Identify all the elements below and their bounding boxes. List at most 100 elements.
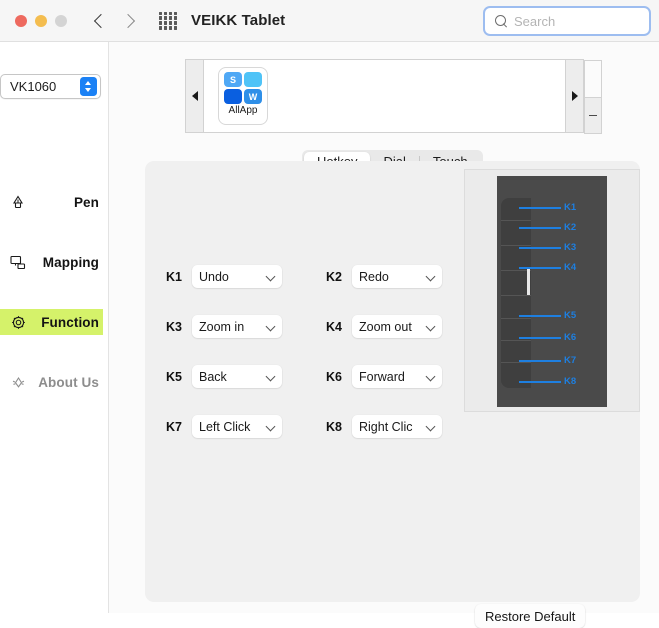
- hotkey-row-k8: K8 Right Clic: [326, 415, 442, 438]
- monitor-icon: [8, 255, 28, 270]
- pen-icon: [8, 194, 28, 210]
- device-select[interactable]: VK1060: [0, 74, 101, 99]
- hotkey-dropdown-k1[interactable]: Undo: [192, 265, 282, 288]
- callout-line: [519, 336, 561, 340]
- callout-line: [519, 246, 561, 250]
- close-button[interactable]: [15, 14, 27, 27]
- hotkey-dropdown-k3[interactable]: Zoom in: [192, 315, 282, 338]
- callout-line: [519, 206, 561, 210]
- hotkey-dropdown-k7[interactable]: Left Click: [192, 415, 282, 438]
- sidebar-item-function[interactable]: Function: [0, 309, 103, 335]
- allapp-tile-3: [224, 89, 242, 104]
- hotkey-dropdown-k8[interactable]: Right Clic: [352, 415, 442, 438]
- chevron-down-icon: [426, 322, 435, 331]
- sidebar-item-label: Mapping: [42, 254, 99, 270]
- search-box[interactable]: [483, 6, 651, 36]
- traffic-lights: [15, 14, 67, 27]
- hotkey-dropdown-value: Undo: [199, 269, 229, 284]
- hotkey-row-k7: K7 Left Click: [166, 415, 282, 438]
- sidebar-item-mapping[interactable]: Mapping: [0, 249, 103, 275]
- callout-k8: K8: [519, 377, 576, 387]
- chevron-down-icon: [266, 372, 275, 381]
- restore-default-button[interactable]: Restore Default: [475, 604, 586, 628]
- allapp-tile-s: S: [224, 72, 242, 87]
- sidebar-item-about-us[interactable]: About Us: [0, 369, 103, 395]
- up-down-stepper-icon[interactable]: [80, 77, 97, 96]
- allapp-grid-icon: S W: [224, 72, 262, 104]
- callout-label: K1: [564, 202, 577, 213]
- sidebar-item-label: Function: [41, 314, 99, 330]
- app-tile-label: AllApp: [228, 105, 258, 116]
- hotkey-key-label: K6: [326, 369, 342, 384]
- chevron-right-icon[interactable]: [121, 12, 137, 30]
- callout-line: [519, 380, 561, 384]
- callout-label: K8: [564, 376, 577, 387]
- hotkey-row-k6: K6 Forward: [326, 365, 442, 388]
- callout-label: K4: [564, 262, 577, 273]
- tablet-preview: K1 K2 K3 K4 K5 K6 K7 K8: [464, 169, 640, 412]
- hotkey-dropdown-k6[interactable]: Forward: [352, 365, 442, 388]
- info-icon: [8, 375, 28, 390]
- hotkey-row-k3: K3 Zoom in: [166, 315, 282, 338]
- search-icon: [495, 14, 508, 28]
- hotkey-key-label: K2: [326, 269, 342, 284]
- hotkey-dropdown-k5[interactable]: Back: [192, 365, 282, 388]
- minus-icon: [589, 114, 597, 117]
- chevron-down-icon: [426, 372, 435, 381]
- chevron-down-icon: [266, 272, 275, 281]
- callout-k4: K4: [519, 263, 576, 273]
- hotkey-key-label: K3: [166, 319, 182, 334]
- app-strip-next-button[interactable]: [565, 60, 583, 132]
- search-input[interactable]: [514, 13, 641, 29]
- hotkey-key-label: K7: [166, 419, 182, 434]
- triangle-left-icon: [191, 91, 198, 101]
- callout-label: K3: [564, 242, 577, 253]
- hotkey-dropdown-value: Zoom in: [199, 319, 245, 334]
- callout-line: [519, 226, 561, 230]
- hotkey-key-label: K8: [326, 419, 342, 434]
- callout-k5: K5: [519, 311, 576, 321]
- hotkey-dropdown-value: Left Click: [199, 419, 251, 434]
- app-tile-allapp[interactable]: S W AllApp: [218, 67, 268, 125]
- callout-k2: K2: [519, 223, 576, 233]
- restore-default-label: Restore Default: [485, 608, 576, 624]
- hotkey-dropdown-value: Forward: [359, 369, 405, 384]
- hotkey-dropdown-k4[interactable]: Zoom out: [352, 315, 442, 338]
- app-grid-icon[interactable]: [159, 11, 177, 30]
- app-strip-prev-button[interactable]: [186, 60, 204, 132]
- chevron-left-icon[interactable]: [93, 12, 109, 30]
- hotkey-key-label: K5: [166, 369, 182, 384]
- callout-line: [519, 359, 561, 363]
- hotkey-dropdown-value: Right Clic: [359, 419, 413, 434]
- callout-line: [519, 266, 561, 270]
- zoom-button[interactable]: [55, 14, 67, 27]
- page-title: VEIKK Tablet: [191, 12, 286, 29]
- callout-label: K6: [564, 332, 577, 343]
- hotkey-row-k5: K5 Back: [166, 365, 282, 388]
- app-strip-list: S W AllApp: [204, 60, 565, 132]
- hotkey-row-k2: K2 Redo: [326, 265, 442, 288]
- hotkey-row-k1: K1 Undo: [166, 265, 282, 288]
- minimize-button[interactable]: [35, 14, 47, 27]
- title-bar: VEIKK Tablet: [0, 0, 659, 42]
- allapp-tile-w: W: [244, 89, 262, 104]
- hotkey-dropdown-value: Zoom out: [359, 319, 412, 334]
- chevron-down-icon: [266, 422, 275, 431]
- callout-line: [519, 314, 561, 318]
- nav-buttons: [93, 12, 137, 30]
- hotkey-dropdown-value: Back: [199, 369, 227, 384]
- chevron-down-icon: [266, 322, 275, 331]
- chevron-down-icon: [426, 272, 435, 281]
- triangle-right-icon: [571, 91, 578, 101]
- sidebar: VK1060 Pen Mapping Function About Us: [0, 42, 109, 613]
- callout-k1: K1: [519, 203, 576, 213]
- hotkey-row-k4: K4 Zoom out: [326, 315, 442, 338]
- sidebar-item-label: About Us: [38, 374, 99, 390]
- content-area: S W AllApp Hotkey Dial Touch: [109, 42, 659, 628]
- callout-label: K7: [564, 355, 577, 366]
- sidebar-item-pen[interactable]: Pen: [0, 189, 103, 215]
- remove-app-button[interactable]: [584, 97, 602, 134]
- hotkey-dropdown-k2[interactable]: Redo: [352, 265, 442, 288]
- callout-label: K2: [564, 222, 577, 233]
- callout-label: K5: [564, 310, 577, 321]
